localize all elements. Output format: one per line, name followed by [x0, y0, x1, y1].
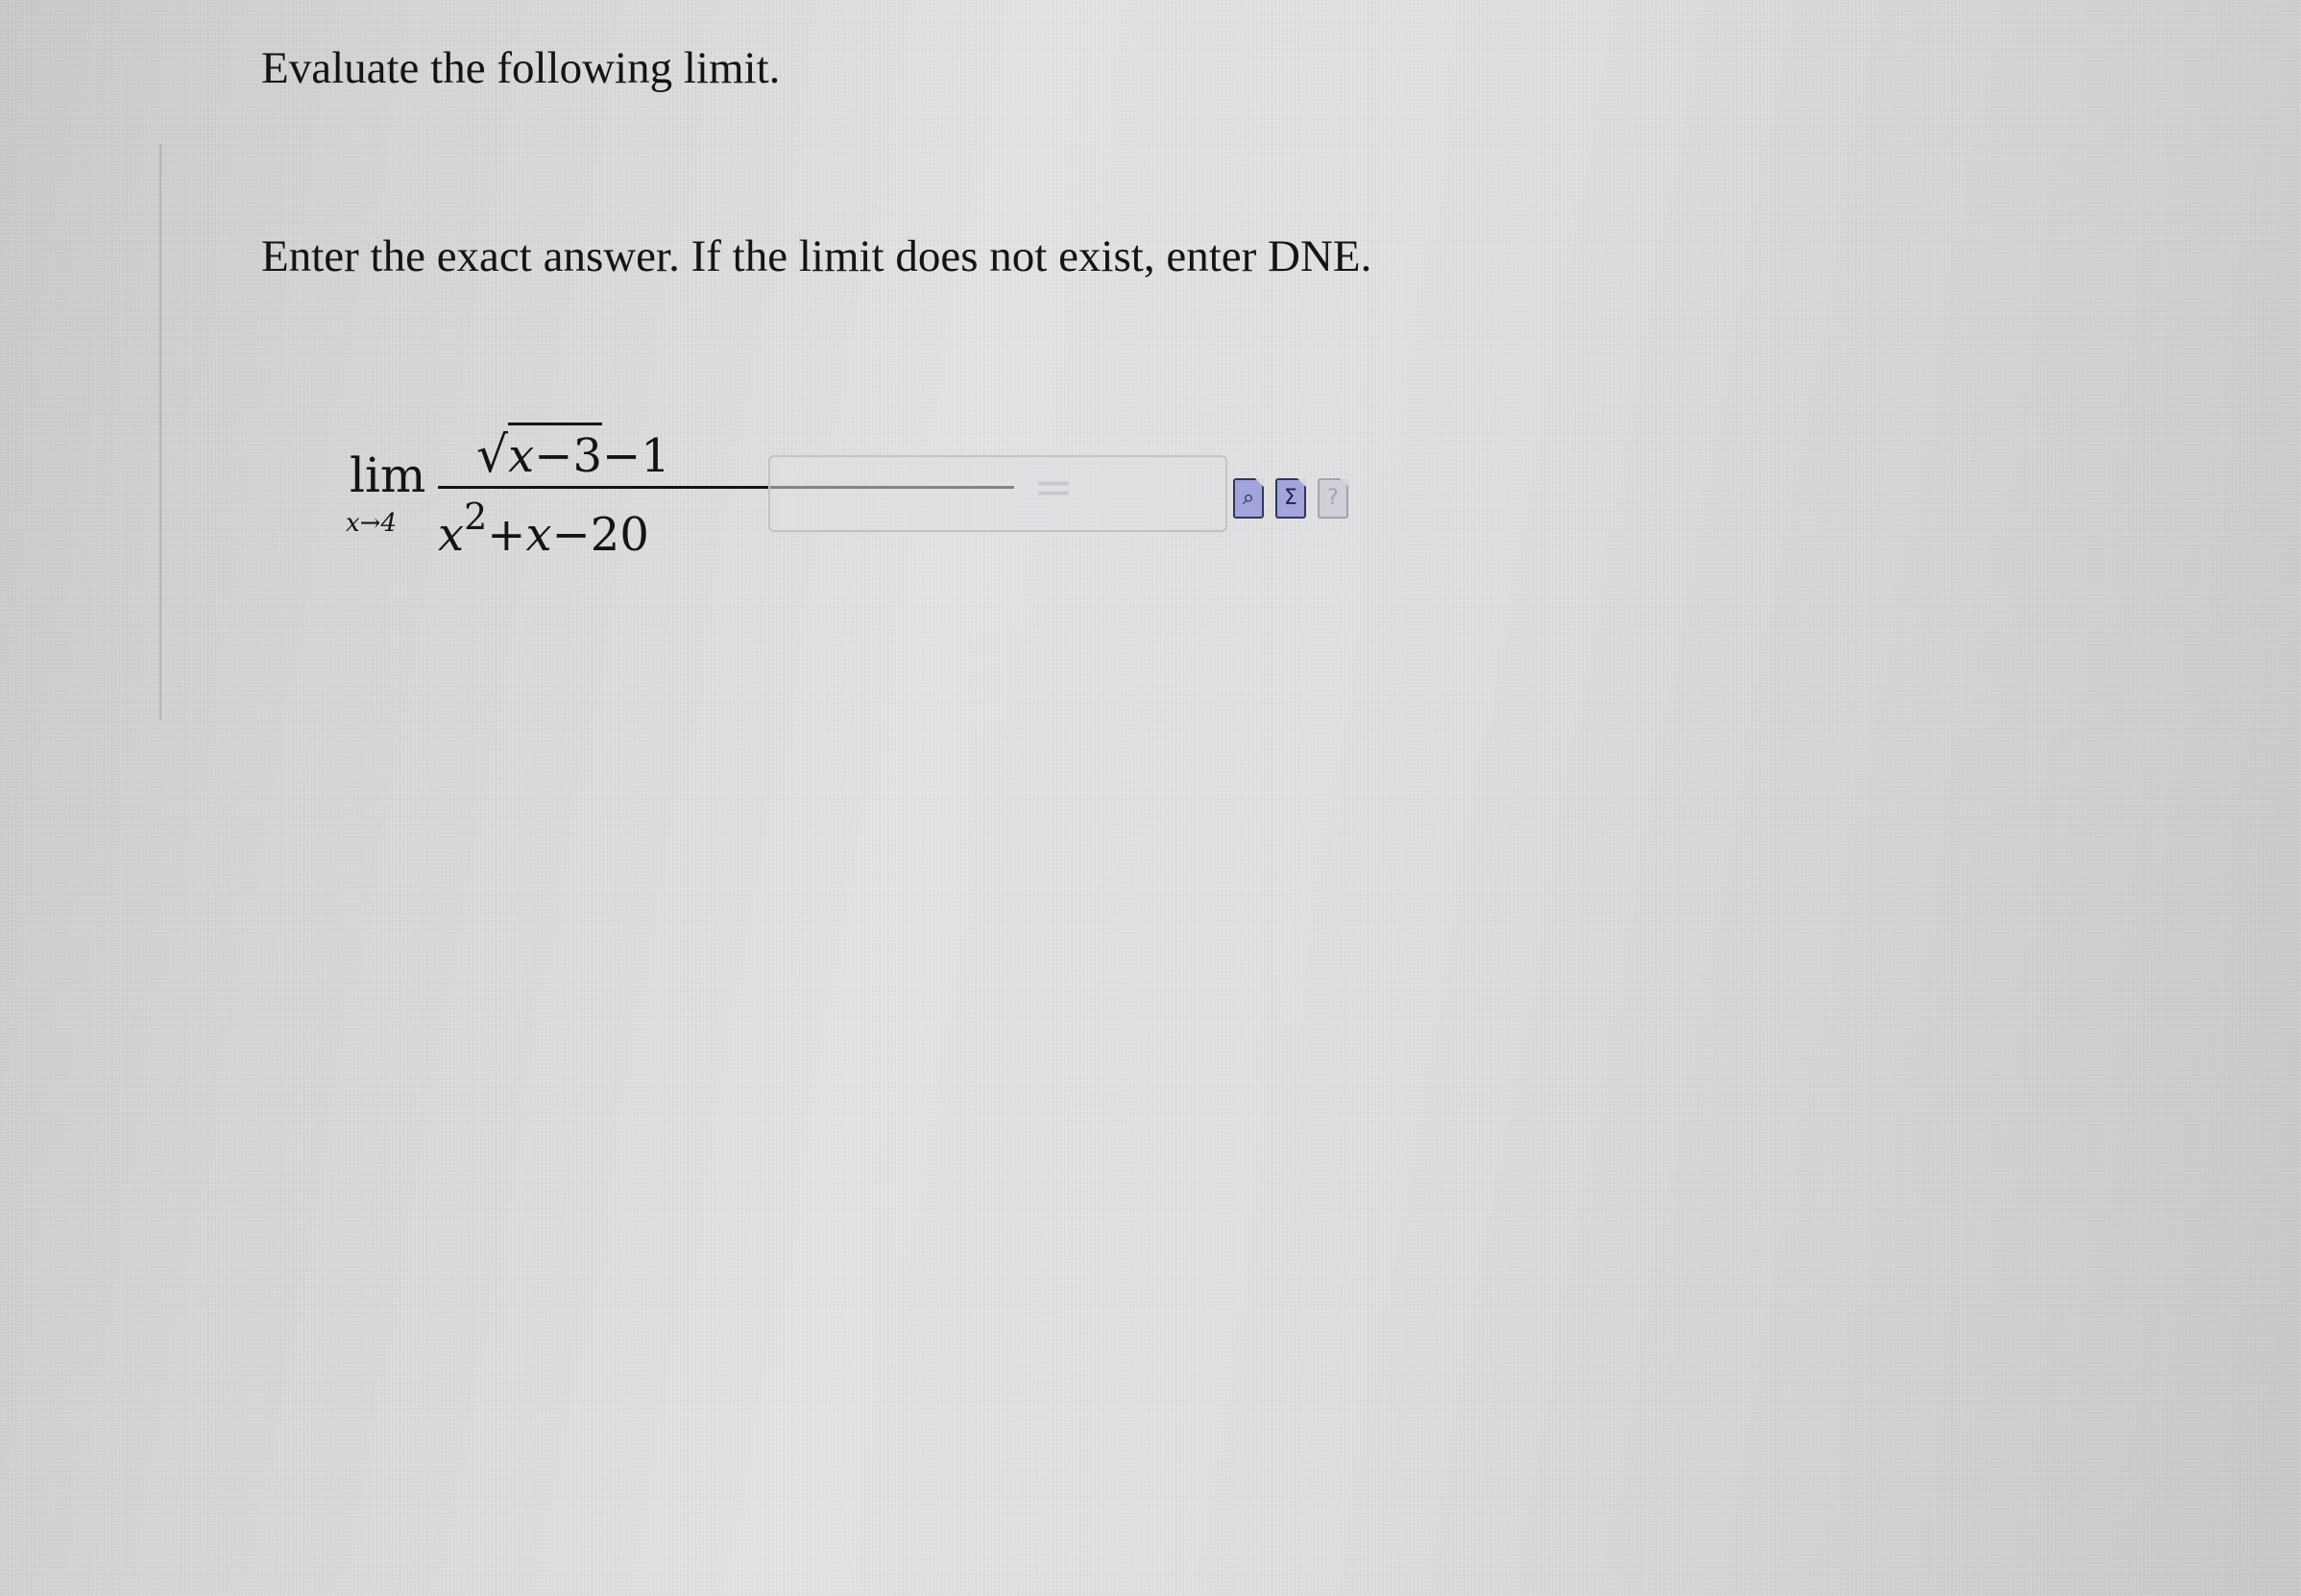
answer-input[interactable] [768, 455, 1227, 532]
radicand-variable: x [508, 429, 535, 483]
help-icon[interactable]: ? [1318, 478, 1348, 519]
answer-tools: ⌕ Σ ? [1233, 478, 1348, 519]
preview-icon[interactable]: ⌕ [1233, 478, 1264, 519]
question-title: Evaluate the following limit. [261, 43, 781, 93]
equation-editor-icon[interactable]: Σ [1275, 478, 1306, 519]
question-panel: Evaluate the following limit. Enter the … [0, 0, 2301, 1596]
fraction-denominator: x2+x−20 [438, 496, 649, 562]
denominator-exponent: 2 [464, 496, 488, 538]
denominator-constant: −20 [551, 508, 649, 562]
denominator-variable-2: x [525, 508, 552, 562]
denominator-variable: x [438, 508, 465, 562]
radicand-constant: −3 [534, 429, 602, 483]
question-instructions: Enter the exact answer. If the limit doe… [261, 231, 1372, 281]
limit-operator: lim [350, 447, 426, 503]
limit-subscript: x→4 [346, 509, 397, 538]
denominator-plus: + [487, 508, 526, 562]
sqrt-symbol: √ [476, 426, 509, 484]
numerator-tail: −1 [601, 429, 670, 483]
fraction-numerator: √x−3−1 [476, 423, 670, 484]
limit-expression: lim x→4 √x−3−1 x2+x−20 = [342, 415, 1074, 562]
sqrt-radicand: x−3 [508, 423, 602, 483]
